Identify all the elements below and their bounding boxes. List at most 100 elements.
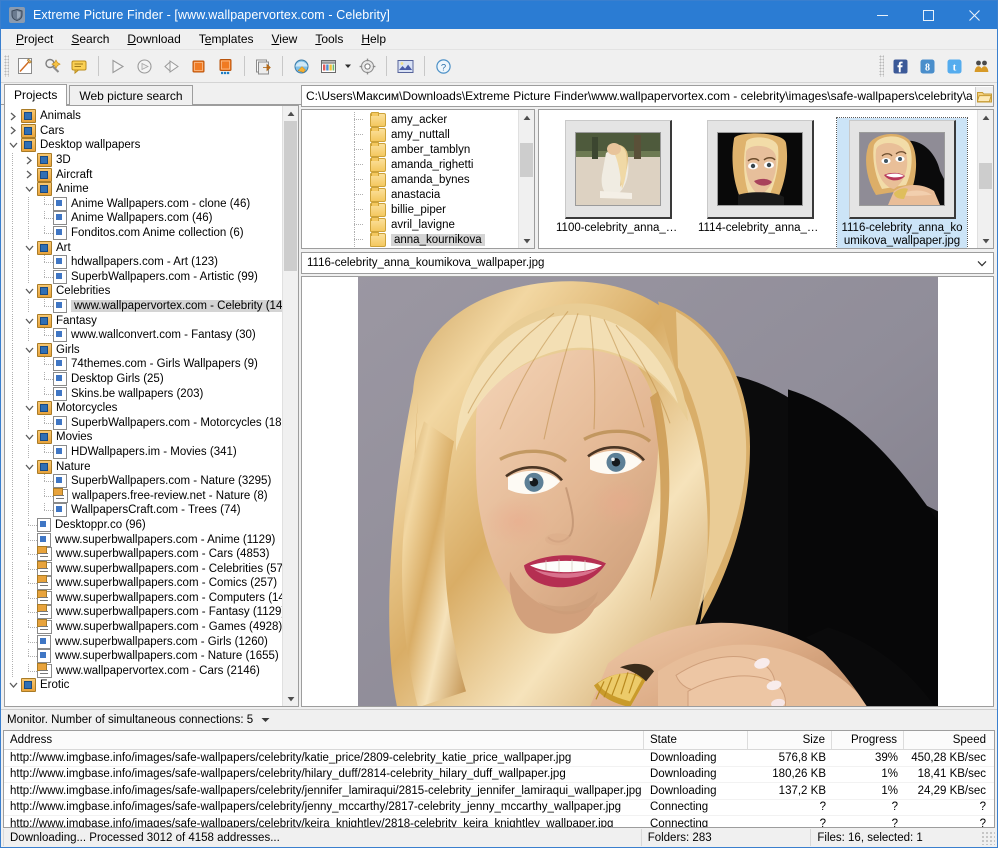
project-tree-item[interactable]: Fonditos.com Anime collection (6) bbox=[5, 226, 282, 241]
resume-download-icon[interactable] bbox=[158, 53, 185, 79]
chevron-down-icon[interactable] bbox=[5, 678, 21, 692]
maximize-button[interactable] bbox=[905, 1, 951, 29]
project-tree-item[interactable]: Motorcycles bbox=[5, 401, 282, 416]
project-tree-item[interactable]: SuperbWallpapers.com - Motorcycles (181) bbox=[5, 415, 282, 430]
folder-tree-item[interactable]: amanda_bynes bbox=[302, 171, 518, 188]
menu-download[interactable]: Download bbox=[118, 30, 189, 48]
project-tree-item[interactable]: HDWallpapers.im - Movies (341) bbox=[5, 444, 282, 460]
project-tree-item[interactable]: www.wallpapervortex.com - Celebrity (140… bbox=[5, 299, 282, 314]
twitter-icon[interactable]: t bbox=[941, 53, 968, 79]
project-tree-item[interactable]: SuperbWallpapers.com - Nature (3295) bbox=[5, 474, 282, 489]
project-tree-item[interactable]: wallpapers.free-review.net - Nature (8) bbox=[5, 487, 282, 503]
project-tree-item[interactable]: Aircraft bbox=[5, 167, 282, 182]
project-tree-item[interactable]: www.superbwallpapers.com - Fantasy (1129… bbox=[5, 604, 282, 620]
help-icon[interactable]: ? bbox=[430, 53, 457, 79]
project-tree-item[interactable]: Girls bbox=[5, 342, 282, 358]
stop-download-icon[interactable] bbox=[185, 53, 212, 79]
scroll-up-icon[interactable] bbox=[978, 110, 993, 126]
folder-tree-item[interactable]: amy_nuttall bbox=[302, 126, 518, 143]
menu-tools[interactable]: Tools bbox=[306, 30, 352, 48]
close-button[interactable] bbox=[951, 1, 997, 29]
project-tree-item[interactable]: Anime Wallpapers.com (46) bbox=[5, 211, 282, 226]
download-row[interactable]: http://www.imgbase.info/images/safe-wall… bbox=[4, 767, 994, 783]
start-download-icon[interactable] bbox=[104, 53, 131, 79]
project-tree-item[interactable]: www.wallconvert.com - Fantasy (30) bbox=[5, 328, 282, 343]
stop-all-icon[interactable] bbox=[212, 53, 239, 79]
tab-web-picture-search[interactable]: Web picture search bbox=[69, 85, 193, 105]
project-tree-item[interactable]: Desktop wallpapers bbox=[5, 138, 282, 153]
project-tree-item[interactable]: Nature bbox=[5, 459, 282, 474]
thumbnail-item[interactable]: 1114-celebrity_anna_kour... bbox=[695, 118, 825, 248]
menu-templates[interactable]: Templates bbox=[190, 30, 263, 48]
project-tree-item[interactable]: www.superbwallpapers.com - Celebrities (… bbox=[5, 560, 282, 576]
affiliates-icon[interactable] bbox=[968, 53, 995, 79]
chevron-down-icon[interactable] bbox=[21, 460, 37, 474]
project-tree-item[interactable]: Animals bbox=[5, 109, 282, 124]
project-tree-item[interactable]: Fantasy bbox=[5, 313, 282, 328]
project-tree-item[interactable]: Erotic bbox=[5, 678, 282, 693]
project-tree-item[interactable]: 74themes.com - Girls Wallpapers (9) bbox=[5, 357, 282, 372]
open-folder-icon[interactable] bbox=[975, 86, 993, 106]
project-tree-item[interactable]: Movies bbox=[5, 430, 282, 445]
scroll-down-icon[interactable] bbox=[519, 233, 534, 249]
download-row[interactable]: http://www.imgbase.info/images/safe-wall… bbox=[4, 750, 994, 767]
column-header-state[interactable]: State bbox=[644, 731, 748, 749]
facebook-icon[interactable] bbox=[887, 53, 914, 79]
column-header-address[interactable]: Address bbox=[4, 731, 644, 749]
google-plus-icon[interactable]: 8 bbox=[914, 53, 941, 79]
project-tree-item[interactable]: Anime bbox=[5, 182, 282, 197]
path-bar[interactable]: C:\Users\Максим\Downloads\Extreme Pictur… bbox=[301, 85, 994, 108]
project-tree-item[interactable]: 3D bbox=[5, 153, 282, 168]
menu-project[interactable]: Project bbox=[7, 30, 62, 48]
project-tree-item[interactable]: Skins.be wallpapers (203) bbox=[5, 386, 282, 401]
scroll-thumb[interactable] bbox=[979, 163, 992, 190]
project-wizard-icon[interactable] bbox=[39, 53, 66, 79]
pause-download-icon[interactable] bbox=[131, 53, 158, 79]
download-row[interactable]: http://www.imgbase.info/images/safe-wall… bbox=[4, 783, 994, 800]
project-tree-item[interactable]: www.superbwallpapers.com - Girls (1260) bbox=[5, 634, 282, 649]
project-tree[interactable]: Animals Cars Desktop wallpapers 3D Aircraft A… bbox=[5, 106, 282, 706]
new-project-icon[interactable] bbox=[12, 53, 39, 79]
project-tree-item[interactable]: Celebrities bbox=[5, 284, 282, 299]
chevron-down-icon[interactable] bbox=[21, 343, 37, 357]
project-tree-item[interactable]: Desktop Girls (25) bbox=[5, 371, 282, 387]
dropdown-caret-icon[interactable] bbox=[261, 715, 270, 725]
view-mode-dropdown-icon[interactable] bbox=[342, 53, 354, 79]
folder-tree-item[interactable]: billie_piper bbox=[302, 201, 518, 218]
folder-tree-item[interactable]: amy_acker bbox=[302, 111, 518, 128]
folder-tree-item[interactable]: anastacia bbox=[302, 186, 518, 203]
scroll-down-icon[interactable] bbox=[978, 233, 993, 249]
scroll-thumb[interactable] bbox=[284, 121, 297, 271]
project-tree-item[interactable]: www.superbwallpapers.com - Anime (1129) bbox=[5, 532, 282, 547]
scroll-up-icon[interactable] bbox=[283, 106, 298, 121]
monitor-bar[interactable]: Monitor. Number of simultaneous connecti… bbox=[1, 709, 997, 730]
settings-gear-icon[interactable] bbox=[354, 53, 381, 79]
chevron-down-icon[interactable] bbox=[21, 430, 37, 444]
tab-projects[interactable]: Projects bbox=[4, 84, 68, 106]
scroll-track[interactable] bbox=[519, 125, 534, 234]
menu-help[interactable]: Help bbox=[352, 30, 395, 48]
chevron-right-icon[interactable] bbox=[5, 124, 21, 138]
download-row[interactable]: http://www.imgbase.info/images/safe-wall… bbox=[4, 816, 994, 827]
project-tree-item[interactable]: hdwallpapers.com - Art (123) bbox=[5, 255, 282, 270]
chevron-down-icon[interactable] bbox=[977, 253, 987, 273]
scroll-down-icon[interactable] bbox=[283, 691, 298, 706]
thumbnails-scrollbar[interactable] bbox=[977, 110, 993, 249]
scroll-track[interactable] bbox=[283, 121, 298, 691]
folder-tree-item[interactable]: avril_lavigne bbox=[302, 216, 518, 233]
chevron-down-icon[interactable] bbox=[21, 241, 37, 255]
export-icon[interactable] bbox=[250, 53, 277, 79]
project-tree-item[interactable]: SuperbWallpapers.com - Artistic (99) bbox=[5, 269, 282, 285]
chevron-down-icon[interactable] bbox=[5, 138, 21, 152]
image-preview-area[interactable] bbox=[301, 276, 994, 707]
folder-tree-item[interactable]: amanda_righetti bbox=[302, 156, 518, 173]
project-tree-item[interactable]: www.wallpapervortex.com - Cars (2146) bbox=[5, 662, 282, 679]
project-tree-item[interactable]: www.superbwallpapers.com - Nature (1655) bbox=[5, 649, 282, 664]
chevron-down-icon[interactable] bbox=[21, 401, 37, 415]
project-tree-item[interactable]: www.superbwallpapers.com - Cars (4853) bbox=[5, 546, 282, 562]
thumbnail-item[interactable]: 1100-celebrity_anna_kour... bbox=[553, 118, 683, 248]
scroll-thumb[interactable] bbox=[520, 143, 533, 178]
browse-icon[interactable] bbox=[288, 53, 315, 79]
view-mode-icon[interactable] bbox=[315, 53, 342, 79]
folder-tree[interactable]: amy_acker amy_nuttall amber_tamblyn amanda_… bbox=[302, 110, 518, 248]
